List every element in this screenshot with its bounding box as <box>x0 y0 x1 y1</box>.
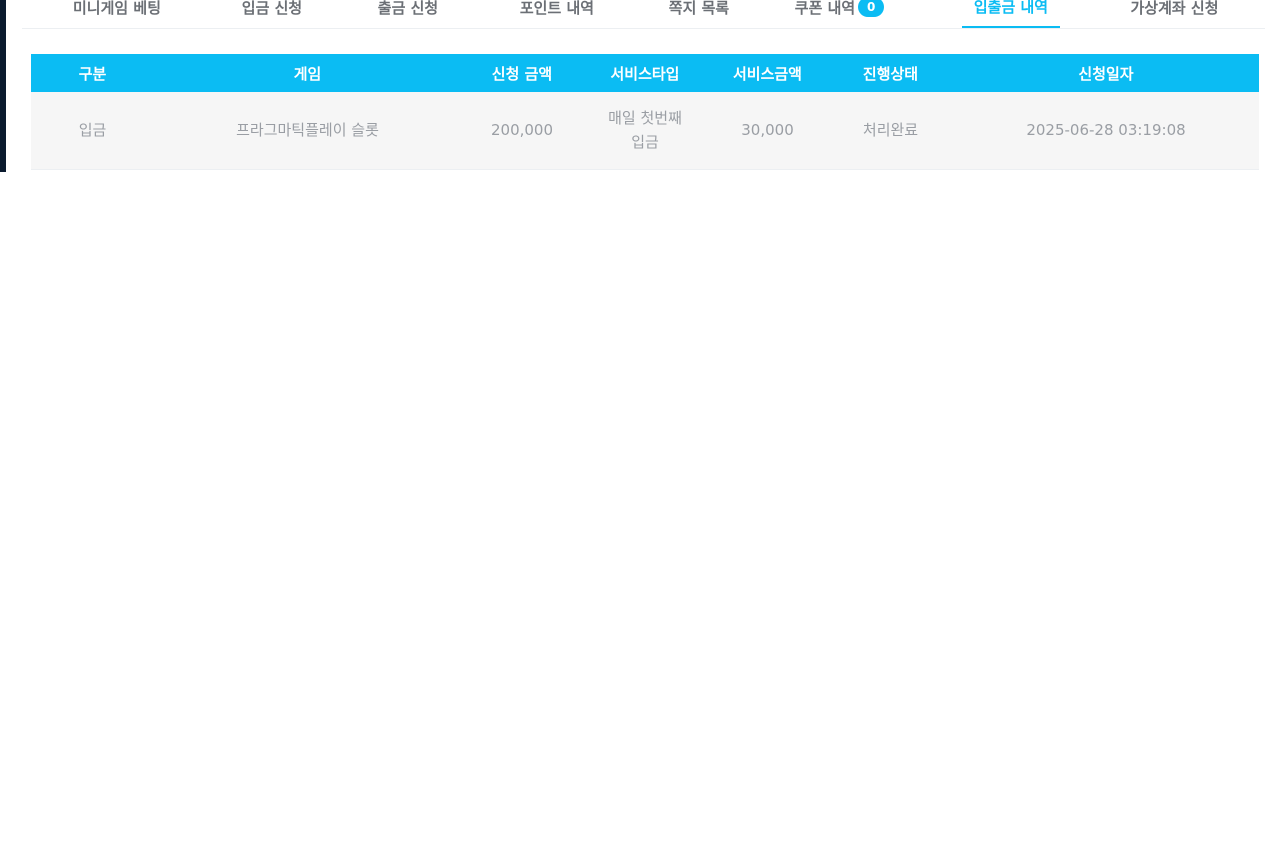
tab-transaction-history[interactable]: 입출금 내역 <box>962 0 1060 28</box>
column-header-date: 신청일자 <box>953 54 1259 92</box>
tab-label: 출금 신청 <box>377 0 439 17</box>
tab-bar: 미니게임 베팅 입금 신청 출금 신청 포인트 내역 쪽지 목록 쿠폰 내역 0 … <box>22 0 1265 29</box>
left-edge-strip <box>0 0 6 172</box>
tab-virtual-account-request[interactable]: 가상계좌 신청 <box>1102 0 1247 28</box>
column-header-amount: 신청 금액 <box>461 54 583 92</box>
cell-service-amount: 30,000 <box>707 92 828 170</box>
tab-label: 입금 신청 <box>241 0 303 17</box>
tab-minigame-betting[interactable]: 미니게임 베팅 <box>44 0 190 28</box>
coupon-count-badge: 0 <box>858 0 885 17</box>
cell-status: 처리완료 <box>828 92 953 170</box>
column-header-type: 구분 <box>31 54 154 92</box>
tab-label: 입출금 내역 <box>973 0 1049 16</box>
tab-message-list[interactable]: 쪽지 목록 <box>644 0 754 28</box>
tab-label: 가상계좌 신청 <box>1130 0 1219 17</box>
column-header-status: 진행상태 <box>828 54 953 92</box>
table-row: 입금 프라그마틱플레이 슬롯 200,000 매일 첫번째 입금 30,000 … <box>31 92 1259 170</box>
tab-label: 미니게임 베팅 <box>72 0 162 17</box>
table-header-row: 구분 게임 신청 금액 서비스타입 서비스금액 진행상태 신청일자 <box>31 54 1259 92</box>
tab-label: 쿠폰 내역 <box>794 0 856 17</box>
column-header-game: 게임 <box>154 54 461 92</box>
service-type-text: 매일 첫번째 입금 <box>608 109 682 152</box>
cell-amount: 200,000 <box>461 92 583 170</box>
tab-deposit-request[interactable]: 입금 신청 <box>212 0 332 28</box>
tab-coupon-history[interactable]: 쿠폰 내역 0 <box>777 0 902 28</box>
column-header-service-type: 서비스타입 <box>583 54 707 92</box>
cell-game: 프라그마틱플레이 슬롯 <box>154 92 461 170</box>
tab-point-history[interactable]: 포인트 내역 <box>492 0 622 28</box>
tab-label: 포인트 내역 <box>519 0 595 17</box>
cell-date: 2025-06-28 03:19:08 <box>953 92 1259 170</box>
transaction-table: 구분 게임 신청 금액 서비스타입 서비스금액 진행상태 신청일자 입금 프라그… <box>31 54 1259 170</box>
cell-type: 입금 <box>31 92 154 170</box>
tab-label: 쪽지 목록 <box>668 0 730 17</box>
tab-withdraw-request[interactable]: 출금 신청 <box>348 0 468 28</box>
column-header-service-amount: 서비스금액 <box>707 54 828 92</box>
cell-service-type: 매일 첫번째 입금 <box>583 92 707 170</box>
